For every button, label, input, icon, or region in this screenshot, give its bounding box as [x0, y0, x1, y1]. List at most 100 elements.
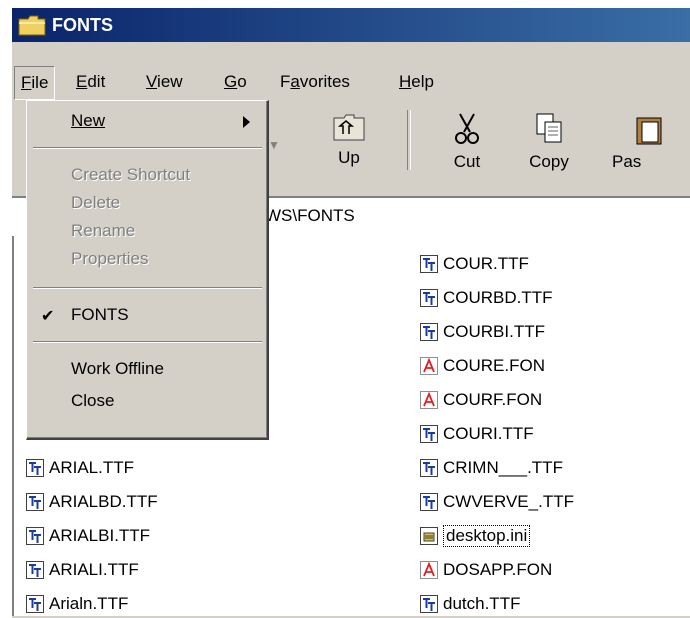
menu-close-label: Close — [71, 391, 115, 410]
truetype-font-icon — [420, 493, 438, 511]
up-folder-icon — [333, 114, 365, 141]
menu-delete[interactable]: Delete — [27, 189, 266, 217]
menu-create-shortcut-label: Create Shortcut — [71, 165, 191, 184]
menu-create-shortcut[interactable]: Create Shortcut — [27, 161, 266, 189]
file-item[interactable]: ARIALBD.TTF — [26, 490, 158, 514]
menu-help[interactable]: Help — [399, 72, 434, 92]
truetype-font-icon — [26, 595, 44, 613]
file-name: Arialn.TTF — [49, 594, 129, 613]
menu-edit-rest: dit — [87, 72, 106, 91]
truetype-font-icon — [26, 493, 44, 511]
file-item[interactable]: Arialn.TTF — [26, 592, 128, 616]
file-item[interactable]: desktop.ini — [420, 524, 531, 548]
paste-label: Pas — [612, 152, 642, 171]
menu-rename[interactable]: Rename — [27, 217, 266, 245]
file-item[interactable]: ARIALI.TTF — [26, 558, 139, 582]
file-name: COURE.FON — [443, 356, 545, 375]
menu-separator — [33, 341, 262, 343]
file-menu-dropdown: New Create Shortcut Delete Rename Proper… — [26, 100, 269, 440]
file-item[interactable]: COURBI.TTF — [420, 320, 545, 344]
menu-go-mnemonic: G — [224, 72, 238, 91]
file-name: ARIALBI.TTF — [49, 526, 151, 545]
file-name: COUR.TTF — [443, 254, 529, 273]
menu-view-mnemonic: V — [146, 72, 158, 91]
menu-fonts-window[interactable]: ✔ FONTS — [27, 301, 266, 329]
toolbar-separator — [407, 110, 411, 170]
menu-close[interactable]: Close — [27, 387, 266, 415]
window-title: FONTS — [52, 14, 113, 35]
title-bar[interactable]: FONTS — [12, 8, 690, 42]
file-item[interactable]: COURBD.TTF — [420, 286, 553, 310]
menu-file-rest: ile — [31, 73, 49, 92]
menu-file-mnemonic: F — [21, 73, 32, 92]
copy-button[interactable]: Copy — [514, 112, 584, 172]
file-name: ARIALBD.TTF — [49, 492, 158, 511]
menu-view-rest: iew — [157, 72, 183, 91]
file-name: dutch.TTF — [443, 594, 521, 613]
truetype-font-icon — [420, 323, 438, 341]
up-button[interactable]: Up — [314, 112, 384, 168]
menu-favorites-rest: vorites — [299, 72, 350, 91]
file-name: DOSAPP.FON — [443, 560, 553, 579]
menu-file[interactable]: File — [14, 66, 56, 100]
file-item[interactable]: dutch.TTF — [420, 592, 520, 616]
file-name: COURBD.TTF — [443, 288, 553, 307]
truetype-font-icon — [420, 289, 438, 307]
file-item[interactable]: COUR.TTF — [420, 252, 529, 276]
menu-favorites[interactable]: Favorites — [280, 72, 350, 92]
file-item[interactable]: COURF.FON — [420, 388, 542, 412]
checkmark-icon: ✔ — [41, 308, 55, 325]
menu-view[interactable]: View — [146, 72, 183, 92]
menu-work-offline-label: Work Offline — [71, 359, 164, 378]
file-item[interactable]: ARIAL.TTF — [26, 456, 134, 480]
truetype-font-icon — [26, 527, 44, 545]
truetype-font-icon — [420, 595, 438, 613]
file-name: ARIAL.TTF — [49, 458, 135, 477]
menu-separator — [33, 287, 262, 289]
truetype-font-icon — [26, 459, 44, 477]
menu-bar: File Edit View Go Favorites Help — [12, 66, 690, 100]
menu-edit-mnemonic: E — [76, 72, 88, 91]
menu-delete-label: Delete — [71, 193, 121, 212]
address-value: WS\FONTS — [265, 206, 355, 225]
menu-favorites-pre: F — [280, 72, 291, 91]
menu-help-mnemonic: H — [399, 72, 412, 91]
explorer-window: FONTS File Edit View Go Favorites Help ▼… — [12, 8, 690, 618]
bitmap-font-icon — [420, 561, 438, 579]
truetype-font-icon — [26, 561, 44, 579]
truetype-font-icon — [420, 459, 438, 477]
copy-icon — [536, 113, 562, 143]
file-name: CWVERVE_.TTF — [443, 492, 574, 511]
folder-icon — [18, 15, 46, 36]
menu-work-offline[interactable]: Work Offline — [27, 355, 266, 383]
scissors-icon — [455, 113, 479, 144]
menu-edit[interactable]: Edit — [76, 72, 105, 92]
file-item[interactable]: COURI.TTF — [420, 422, 534, 446]
bitmap-font-icon — [420, 391, 438, 409]
file-name: ARIALI.TTF — [49, 560, 139, 579]
file-item[interactable]: DOSAPP.FON — [420, 558, 552, 582]
menu-properties-label: Properties — [71, 249, 149, 268]
copy-label: Copy — [529, 152, 569, 171]
file-item[interactable]: CRIMN___.TTF — [420, 456, 563, 480]
menu-go[interactable]: Go — [224, 72, 247, 92]
menu-new[interactable]: New — [27, 107, 266, 135]
file-name: COURF.FON — [443, 390, 543, 409]
file-name: desktop.ini — [443, 525, 531, 547]
file-name: COURBI.TTF — [443, 322, 545, 341]
cut-button[interactable]: Cut — [432, 112, 502, 172]
file-item[interactable]: CWVERVE_.TTF — [420, 490, 574, 514]
menu-new-label: New — [71, 111, 106, 130]
up-label: Up — [338, 148, 360, 167]
paste-button[interactable]: Pas — [612, 112, 672, 172]
menu-favorites-mnemonic: a — [290, 72, 300, 91]
menu-properties[interactable]: Properties — [27, 245, 266, 273]
truetype-font-icon — [420, 255, 438, 273]
back-dropdown-arrow-icon[interactable]: ▼ — [268, 138, 280, 152]
file-item[interactable]: COURE.FON — [420, 354, 545, 378]
cut-label: Cut — [453, 152, 481, 171]
truetype-font-icon — [420, 425, 438, 443]
settings-file-icon — [420, 527, 438, 545]
menu-separator — [33, 147, 262, 149]
file-item[interactable]: ARIALBI.TTF — [26, 524, 150, 548]
